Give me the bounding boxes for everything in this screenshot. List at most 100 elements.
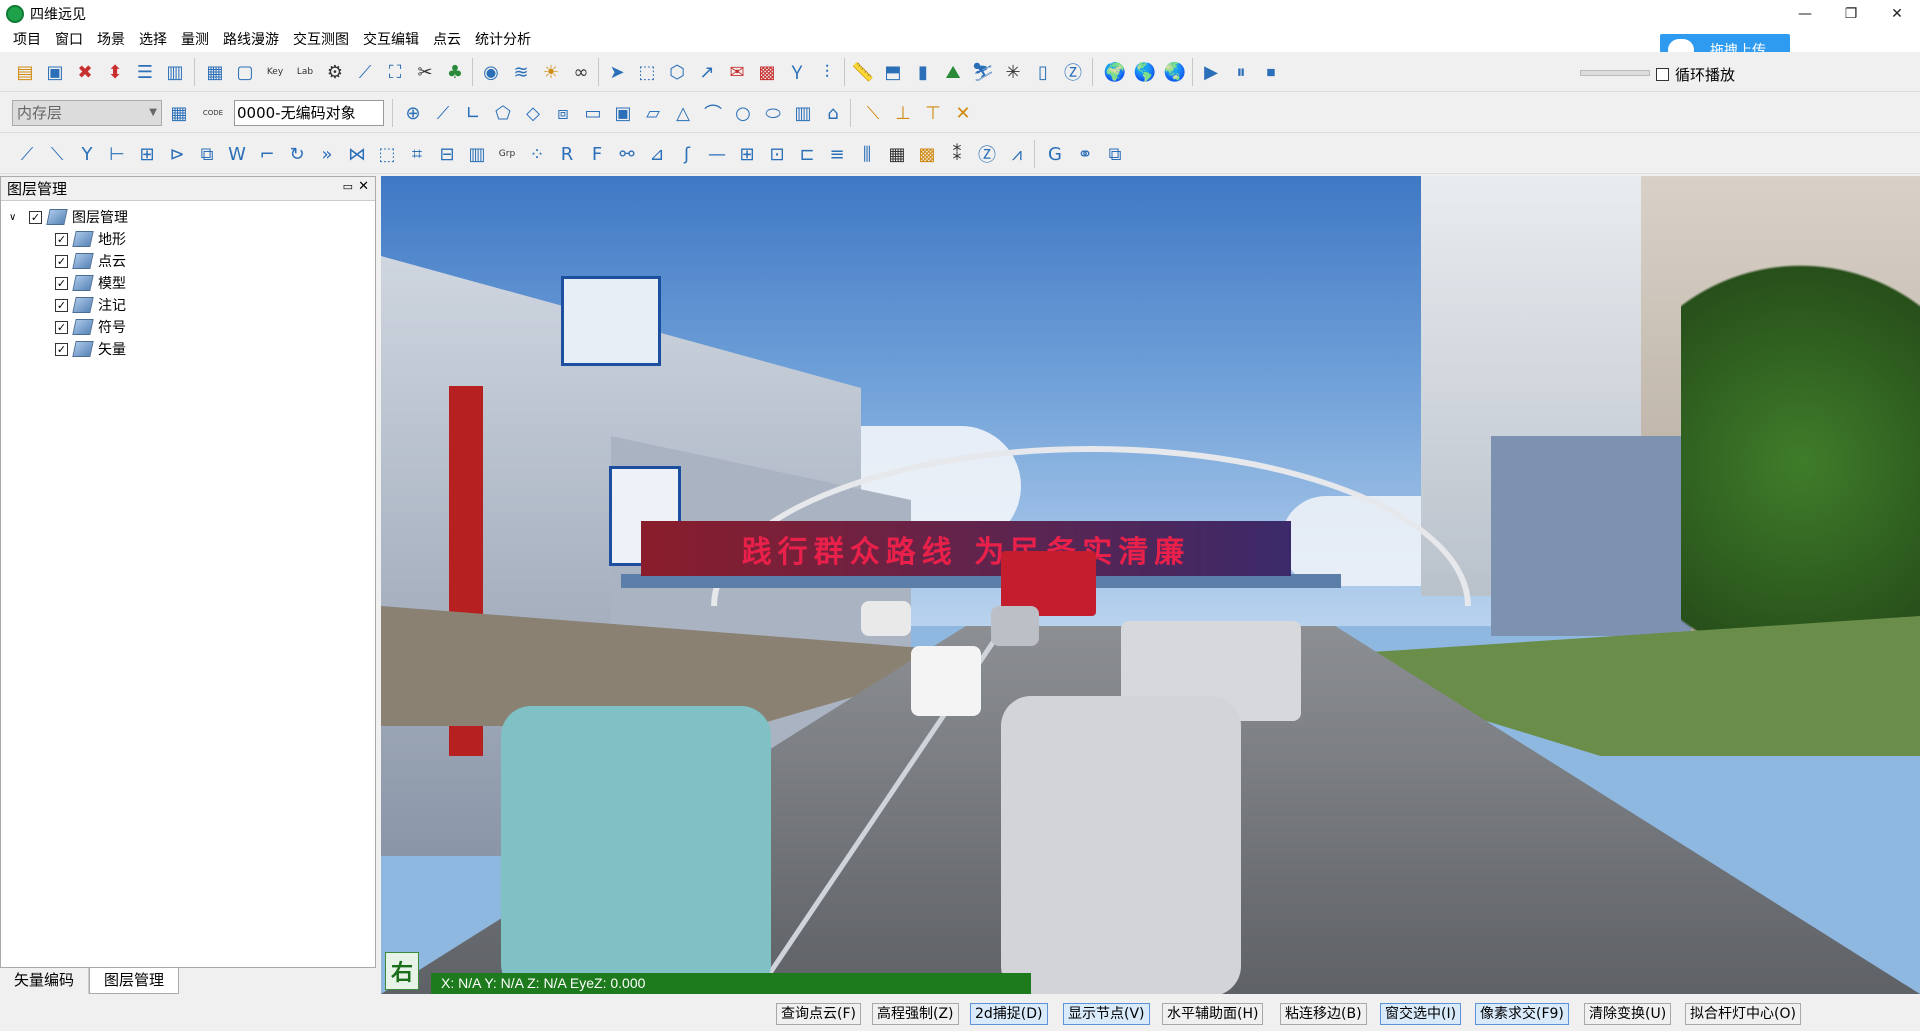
edit-reverse-icon[interactable]: R [552,140,582,168]
node-link-icon[interactable]: ⚭ [1070,140,1100,168]
edit-curve-icon[interactable]: ʃ [672,140,702,168]
edit-xoy-icon[interactable]: ⊿ [642,140,672,168]
fit-extent-icon[interactable]: ⛶ [380,58,410,86]
edit-crop-icon[interactable]: ⌗ [402,140,432,168]
menu-statistics[interactable]: 统计分析 [468,28,538,52]
horizontal-snap-icon[interactable]: ⊥ [888,99,918,127]
z-plus-icon[interactable]: Ⓩ [1058,58,1088,86]
edit-columns-icon[interactable]: ▥ [462,140,492,168]
window-icon[interactable]: ▢ [230,58,260,86]
tree-item-point-cloud[interactable]: ✓ 点云 [55,251,126,271]
tree-item-symbol[interactable]: ✓ 符号 [55,317,126,337]
edit-copy-icon[interactable]: ⧉ [192,140,222,168]
edit-frame-icon[interactable]: ⬚ [372,140,402,168]
globe-icon[interactable]: 🌍 [1100,58,1130,86]
edit-flip-icon[interactable]: F [582,140,612,168]
code-table-icon[interactable]: ▦ [164,99,194,127]
xyz-axis-icon[interactable]: ✳ [998,58,1028,86]
playback-speed-slider[interactable] [1580,70,1650,76]
edit-profile-icon[interactable]: ⩘ [1002,140,1032,168]
sticky-move-edge-button[interactable]: 粘连移边(B) [1280,1003,1367,1025]
vertical-snap-icon[interactable]: ⊤ [918,99,948,127]
select-line-icon[interactable]: ↗ [692,58,722,86]
draw-house-icon[interactable]: ⌂ [818,99,848,127]
edit-z-icon[interactable]: Ⓩ [972,140,1002,168]
tree-checkbox[interactable]: ✓ [55,298,68,312]
tree-checkbox[interactable]: ✓ [55,232,68,246]
edit-horizontal-icon[interactable]: — [702,140,732,168]
edit-nodes-icon[interactable]: ⚯ [612,140,642,168]
minimize-button[interactable]: — [1782,0,1828,28]
draw-polygon-icon[interactable]: ⬠ [488,99,518,127]
draw-line-icon[interactable]: ⟋ [428,99,458,127]
cross-snap-icon[interactable]: ✕ [948,99,978,127]
edit-merge-icon[interactable]: ⋈ [342,140,372,168]
tree-checkbox[interactable]: ✓ [55,254,68,268]
draw-rectangle-icon[interactable]: ▭ [578,99,608,127]
edit-scatter-icon[interactable]: ⁘ [522,140,552,168]
select-box-icon[interactable]: ⬚ [632,58,662,86]
menu-window[interactable]: 窗口 [48,28,90,52]
edit-grass-icon[interactable]: ⁑ [942,140,972,168]
tree-checkbox[interactable]: ✓ [55,320,68,334]
edit-move-icon[interactable]: ⟋ [12,140,42,168]
clear-transform-button[interactable]: 清除变换(U) [1584,1003,1672,1025]
draw-arc-icon[interactable]: ⌒ [698,99,728,127]
edit-mail-icon[interactable]: ✉ [722,58,752,86]
layer-list-icon[interactable]: ☰ [130,58,160,86]
draw-solid-icon[interactable]: ▣ [608,99,638,127]
extend-line-icon[interactable]: ⟍ [858,99,888,127]
pin-icon[interactable]: ▭ [343,180,353,193]
edit-pattern-icon[interactable]: ▩ [912,140,942,168]
draw-angle-icon[interactable]: ∟ [458,99,488,127]
code-name-icon[interactable]: CODE [198,99,228,127]
tab-layer-manager[interactable]: 图层管理 [89,968,180,994]
box-icon[interactable]: ⬒ [878,58,908,86]
edit-steps-icon[interactable]: ⊏ [792,140,822,168]
loop-play-checkbox[interactable] [1656,68,1669,81]
window-cross-select-button[interactable]: 窗交选中(I) [1380,1003,1462,1025]
sun-icon[interactable]: ☀ [536,58,566,86]
feature-code-field[interactable]: 0000-无编码对象 [234,100,384,126]
ruler-icon[interactable]: 📏 [848,58,878,86]
menu-interactive-edit[interactable]: 交互编辑 [356,28,426,52]
lab-value-icon[interactable]: Lab [290,58,320,86]
save-icon[interactable]: ▣ [40,58,70,86]
y-axis-icon[interactable]: Ｙ [782,58,812,86]
tree-item-terrain[interactable]: ✓ 地形 [55,229,126,249]
menu-scene[interactable]: 场景 [90,28,132,52]
restore-button[interactable]: ❐ [1828,0,1874,28]
measure-tool-icon[interactable]: ⟋ [350,58,380,86]
horizontal-aid-plane-button[interactable]: 水平辅助面(H) [1162,1003,1264,1025]
tree-icon[interactable]: ♣ [440,58,470,86]
edit-align-icon[interactable]: ≡ [822,140,852,168]
view-direction-indicator[interactable]: 右 [385,952,419,990]
bar-chart-icon[interactable]: ▮ [908,58,938,86]
globe-add-icon[interactable]: 🌎 [1130,58,1160,86]
draw-circle-icon[interactable]: ○ [728,99,758,127]
overlay-icon[interactable]: ⧉ [1100,140,1130,168]
group-icon[interactable]: Grp [492,140,522,168]
edit-hatch-icon[interactable]: ▦ [882,140,912,168]
tree-item-vector[interactable]: ✓ 矢量 [55,339,126,359]
force-elevation-button[interactable]: 高程强制(Z) [872,1003,959,1025]
draw-ellipse-icon[interactable]: ⬭ [758,99,788,127]
import-icon[interactable]: ▦ [200,58,230,86]
edit-rotate-icon[interactable]: ↻ [282,140,312,168]
grid-lines-icon[interactable]: ⫶ [812,58,842,86]
eye-view-icon[interactable]: ◉ [476,58,506,86]
pixel-intersect-button[interactable]: 像素求交(F9) [1475,1003,1569,1025]
water-icon[interactable]: ≋ [506,58,536,86]
open-data-icon[interactable]: ▥ [160,58,190,86]
tree-item-annotation[interactable]: ✓ 注记 [55,295,126,315]
tree-checkbox[interactable]: ✓ [55,342,68,356]
edit-right-angle-icon[interactable]: ⌐ [252,140,282,168]
pause-icon[interactable]: ⏸ [1226,58,1256,86]
open-project-icon[interactable]: ▤ [10,58,40,86]
edit-distribute-icon[interactable]: ⫼ [852,140,882,168]
edit-grid-icon[interactable]: ⊞ [732,140,762,168]
loop-play-toggle[interactable]: 循环播放 [1656,64,1735,85]
calculator-icon[interactable]: ▩ [752,58,782,86]
draw-triangle-icon[interactable]: △ [668,99,698,127]
edit-trim-icon[interactable]: ⊞ [132,140,162,168]
